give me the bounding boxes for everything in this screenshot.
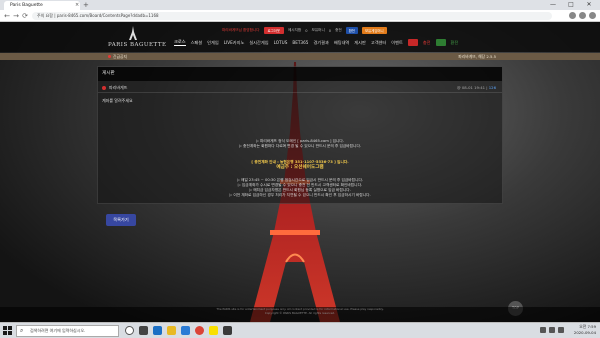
footer-line: Copyright © PARIS BAGUETTE. All rights r… (264, 311, 336, 315)
author-badge-icon (102, 86, 106, 90)
site-logo-text[interactable]: PARIS BAGUETTE (108, 42, 167, 48)
message-count: 0 (305, 28, 308, 33)
window-controls: — □ ✕ (544, 0, 598, 10)
extension-icons (569, 12, 596, 19)
browser-tab-bar: Paris Baguette × + — □ ✕ (0, 0, 600, 10)
points-value: 0 (328, 28, 332, 33)
site-footer: The PARIS site is for entertainment purp… (0, 307, 600, 322)
nav-bet-history[interactable]: 배팅내역 (334, 40, 349, 46)
post-body: ▷ 파리바게뜨 정식 도메인 [ paris-8465.com ] 입니다. ▷… (98, 139, 502, 198)
maximize-button[interactable]: □ (562, 0, 580, 10)
task-view-icon[interactable] (139, 326, 148, 335)
browser-toolbar: ← → ⟳ 주의 요함 | paris-8465.com/Board/Conte… (0, 10, 600, 22)
post-subject: 계좌를 알려주세요 (102, 98, 133, 103)
page-viewport: PARIS BAGUETTE 파리바게뜨님 환영합니다 로그아웃 메시지함 0 … (0, 22, 600, 322)
nav-ingame[interactable]: 인게임 (207, 40, 219, 46)
urgent-notice[interactable]: 긴급공지 (108, 53, 127, 60)
logout-button[interactable]: 로그아웃 (263, 27, 284, 34)
nav-cross[interactable]: 크로스 (174, 39, 186, 46)
taskbar-apps (125, 326, 232, 335)
tab-paris-baguette[interactable]: Paris Baguette × (4, 1, 80, 10)
taskbar-search-input[interactable]: ⌕ 검색하려면 여기에 입력하십시오. (16, 325, 119, 337)
view-count: 126 (488, 85, 496, 90)
kakaotalk-icon[interactable] (209, 326, 218, 335)
address-bar[interactable]: 주의 요함 | paris-8465.com/Board/ContentsPag… (32, 12, 552, 20)
points-label: 보유머니 (311, 28, 325, 32)
explorer-icon[interactable] (167, 326, 176, 335)
menu-icon[interactable] (589, 12, 596, 19)
user-status-strip: 파리바게뜨님 환영합니다 로그아웃 메시지함 0 보유머니 0 충전 환전 보유… (222, 27, 387, 34)
panel-title: 게시판 (98, 67, 502, 81)
star-icon[interactable] (569, 12, 576, 19)
nav-events[interactable]: 이벤트 (391, 40, 403, 46)
network-icon[interactable] (540, 327, 546, 333)
notice-ticker: 파리바게뜨, 해당 2.5.5 (458, 54, 496, 59)
cortana-icon[interactable] (125, 326, 134, 335)
nav-charge[interactable]: 충전 (423, 40, 431, 46)
edge-icon[interactable] (153, 326, 162, 335)
close-window-button[interactable]: ✕ (580, 0, 598, 10)
deposit-button[interactable]: 보유게임머니 (361, 27, 387, 34)
paris-baguette-logo-icon[interactable] (128, 26, 138, 40)
charge-link[interactable]: 충전 (335, 28, 342, 33)
exchange-button[interactable]: 환전 (345, 27, 358, 34)
post-date: @ 08-01 19:41 | 126 (456, 85, 496, 90)
messages-link[interactable]: 메시지함 (288, 28, 301, 33)
volume-icon[interactable] (549, 327, 555, 333)
profile-icon[interactable] (579, 12, 586, 19)
system-tray (540, 327, 564, 333)
post-author: 파리바게뜨 (109, 85, 128, 90)
windows-logo-icon[interactable] (3, 326, 12, 335)
nav-board[interactable]: 게시판 (354, 40, 366, 46)
ime-icon[interactable] (558, 327, 564, 333)
app-icon[interactable] (223, 326, 232, 335)
site-header: PARIS BAGUETTE 파리바게뜨님 환영합니다 로그아웃 메시지함 0 … (0, 22, 600, 52)
tab-title: Paris Baguette (10, 3, 43, 8)
nav-realtime-game[interactable]: 실시간게임 (249, 40, 268, 46)
body-line: ▷ 이전 계좌로 입금하신 경우 처리가 지연될 수 있으니 반드시 확인 후 … (229, 193, 371, 197)
post-meta-row: 파리바게뜨 @ 08-01 19:41 | 126 (98, 83, 502, 93)
exchange-icon[interactable] (435, 39, 446, 46)
main-navigation: 크로스 스페셜 인게임 LIVE카지노 실시간게임 LOTUS BET365 경… (174, 39, 458, 46)
windows-taskbar: ⌕ 검색하려면 여기에 입력하십시오. 오전 7:59 2020-09-04 (0, 322, 600, 338)
nav-exchange[interactable]: 환전 (451, 40, 459, 46)
nav-live-casino[interactable]: LIVE카지노 (224, 40, 245, 46)
notice-bar: 긴급공지 파리바게뜨, 해당 2.5.5 (0, 53, 600, 60)
nav-support[interactable]: 고객센터 (371, 40, 386, 46)
new-tab-button[interactable]: + (83, 1, 89, 9)
nav-special[interactable]: 스페셜 (191, 40, 203, 46)
back-to-list-button[interactable]: 목록가기 (106, 214, 136, 226)
store-icon[interactable] (181, 326, 190, 335)
nav-bet365[interactable]: BET365 (292, 40, 308, 45)
chrome-icon[interactable] (195, 326, 204, 335)
minimize-button[interactable]: — (544, 0, 562, 10)
nav-results[interactable]: 경기결과 (313, 40, 328, 46)
tab-close-icon[interactable]: × (75, 1, 79, 10)
charge-icon[interactable] (407, 39, 418, 46)
clock-date: 2020-09-04 (573, 330, 596, 335)
post-panel: 게시판 파리바게뜨 @ 08-01 19:41 | 126 계좌를 알려주세요 … (97, 66, 503, 204)
clock[interactable]: 오전 7:59 2020-09-04 (574, 324, 596, 336)
search-icon: ⌕ (20, 327, 24, 334)
alert-dot-icon (108, 55, 111, 58)
nav-lotus[interactable]: LOTUS (274, 40, 288, 45)
reload-button[interactable]: ⟳ (20, 11, 30, 21)
welcome-notice: 파리바게뜨님 환영합니다 (222, 28, 260, 32)
